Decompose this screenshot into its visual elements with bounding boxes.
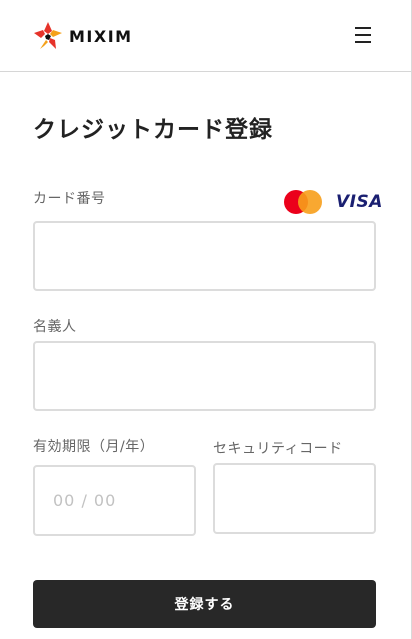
menu-line [355, 41, 371, 43]
expiry-input[interactable] [33, 465, 196, 536]
visa-icon: VISA [336, 192, 383, 212]
logo[interactable]: MIXIM [34, 22, 133, 50]
card-number-input[interactable] [33, 221, 376, 291]
page-title: クレジットカード登録 [33, 117, 273, 143]
card-number-label: カード番号 [33, 191, 106, 207]
logo-text: MIXIM [69, 26, 133, 46]
register-button[interactable]: 登録する [33, 580, 376, 628]
holder-name-label: 名義人 [33, 319, 77, 335]
menu-line [355, 34, 371, 36]
mixim-star-logo-icon [34, 22, 62, 49]
card-brand-logos: VISA [284, 190, 383, 214]
mastercard-icon [284, 190, 322, 214]
menu-line [355, 27, 371, 29]
site-header: MIXIM [0, 0, 411, 72]
holder-name-input[interactable] [33, 341, 376, 411]
expiry-label: 有効期限（月/年） [33, 439, 155, 455]
security-code-label: セキュリティコード [213, 441, 343, 457]
mastercard-orange-circle [298, 190, 322, 214]
page: MIXIM クレジットカード登録 カード番号 VISA 名義人 有効期限（月/年… [0, 0, 412, 639]
hamburger-menu-icon[interactable] [352, 24, 374, 46]
security-code-input[interactable] [213, 463, 376, 534]
